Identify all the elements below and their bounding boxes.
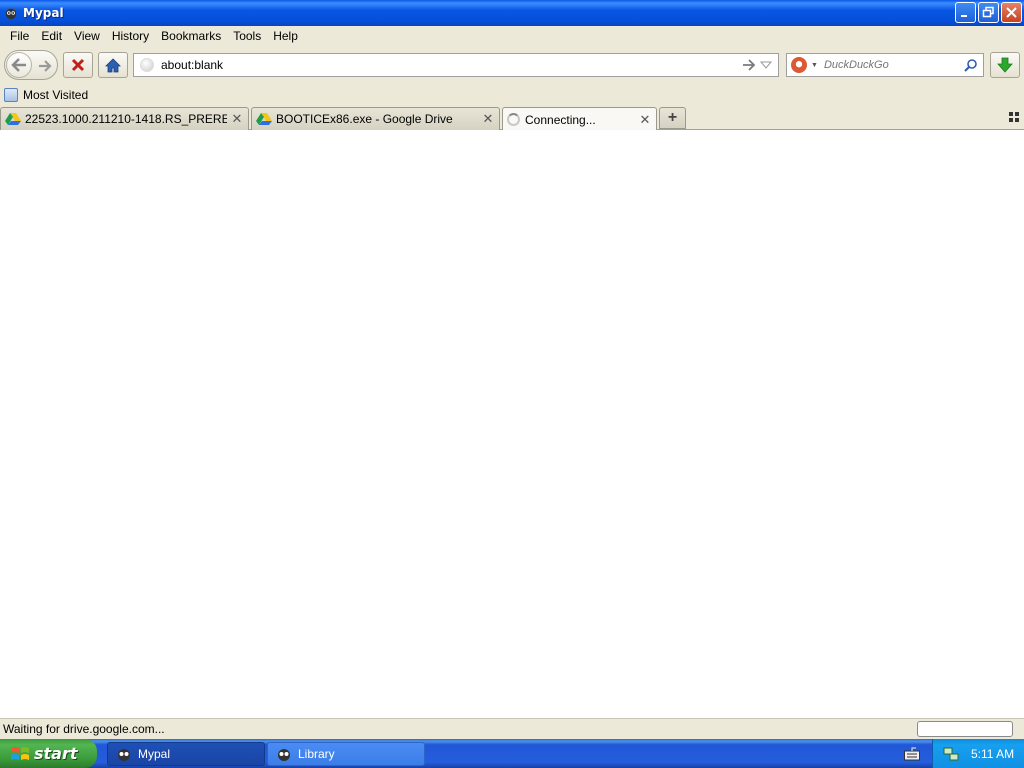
start-label: start [34,744,78,763]
tab-connecting[interactable]: Connecting... ✕ [502,107,657,131]
bookmarks-toolbar: Most Visited [0,84,1024,106]
tab-strip: 22523.1000.211210-1418.RS_PRERELE... ✕ B… [0,106,1024,131]
forward-arrow-icon [39,60,52,72]
clock[interactable]: 5:11 AM [971,747,1014,761]
back-arrow-icon [11,58,26,72]
menu-history[interactable]: History [106,29,155,43]
search-bar[interactable]: ▼ [786,53,984,77]
restore-button[interactable] [978,2,999,23]
home-icon [105,57,121,72]
tab-22523[interactable]: 22523.1000.211210-1418.RS_PRERELE... ✕ [0,107,249,130]
forward-button[interactable] [37,58,53,74]
history-dropdown-icon[interactable] [760,58,772,72]
menu-tools[interactable]: Tools [227,29,267,43]
start-button[interactable]: start [0,739,97,768]
back-forward-group [4,50,58,80]
tab-label: 22523.1000.211210-1418.RS_PRERELE... [25,112,227,126]
window-title: Mypal [23,6,64,20]
search-input[interactable] [823,59,964,71]
network-icon[interactable] [943,746,959,762]
duckduckgo-engine-icon[interactable] [791,57,807,73]
stop-button[interactable] [63,52,93,78]
address-bar[interactable] [133,53,779,77]
tab-label: Connecting... [525,112,596,127]
tab-close-icon[interactable]: ✕ [231,112,243,125]
restore-icon [982,6,994,18]
menu-bar: File Edit View History Bookmarks Tools H… [0,26,1024,46]
download-arrow-icon [997,57,1013,73]
menu-help[interactable]: Help [267,29,304,43]
windows-flag-icon [11,746,29,760]
google-drive-icon [256,113,272,125]
taskbar: start Mypal Library 5:11 AM [0,739,1024,768]
home-button[interactable] [98,52,128,78]
url-input[interactable] [161,58,721,72]
navigation-toolbar: ▼ [0,46,1024,84]
close-window-button[interactable] [1001,2,1022,23]
mypal-app-icon [5,7,17,20]
stop-x-icon [71,58,85,72]
page-content-area[interactable] [0,130,1024,718]
new-tab-button[interactable]: + [659,107,686,129]
minimize-button[interactable] [955,2,976,23]
menu-view[interactable]: View [68,29,106,43]
menu-edit[interactable]: Edit [35,29,68,43]
site-identity-icon[interactable] [140,58,154,72]
tab-close-icon[interactable]: ✕ [482,112,494,125]
bookmark-label: Most Visited [23,88,89,102]
mypal-app-icon [118,749,130,761]
taskbar-item-library[interactable]: Library [267,742,425,766]
keyboard-layout-icon[interactable] [904,747,920,761]
status-text: Waiting for drive.google.com... [3,722,165,736]
back-button[interactable] [6,52,32,78]
loading-spinner-icon [507,113,520,126]
plus-icon: + [667,109,678,126]
window-title-bar[interactable]: Mypal [0,0,1024,26]
minimize-icon [961,15,967,17]
status-bar: Waiting for drive.google.com... [0,718,1024,739]
menu-bookmarks[interactable]: Bookmarks [155,29,227,43]
engine-dropdown-icon[interactable]: ▼ [811,62,818,69]
search-icon[interactable] [964,58,978,72]
system-tray: 5:11 AM [932,739,1024,768]
go-arrow-icon[interactable] [742,58,756,72]
google-drive-icon [5,113,21,125]
taskbar-item-label: Mypal [138,747,171,761]
list-all-tabs-icon[interactable] [1009,112,1019,122]
tab-close-icon[interactable]: ✕ [639,113,651,126]
bookmark-most-visited[interactable]: Most Visited [4,88,88,102]
bookmark-folder-icon [4,88,18,102]
menu-file[interactable]: File [4,29,35,43]
downloads-button[interactable] [990,52,1020,78]
tab-label: BOOTICEx86.exe - Google Drive [276,112,453,126]
taskbar-item-label: Library [298,747,335,761]
mypal-app-icon [278,749,290,761]
taskbar-item-mypal[interactable]: Mypal [107,742,265,766]
close-icon [1006,7,1017,18]
tab-bootice[interactable]: BOOTICEx86.exe - Google Drive ✕ [251,107,500,130]
progress-meter [917,721,1013,737]
